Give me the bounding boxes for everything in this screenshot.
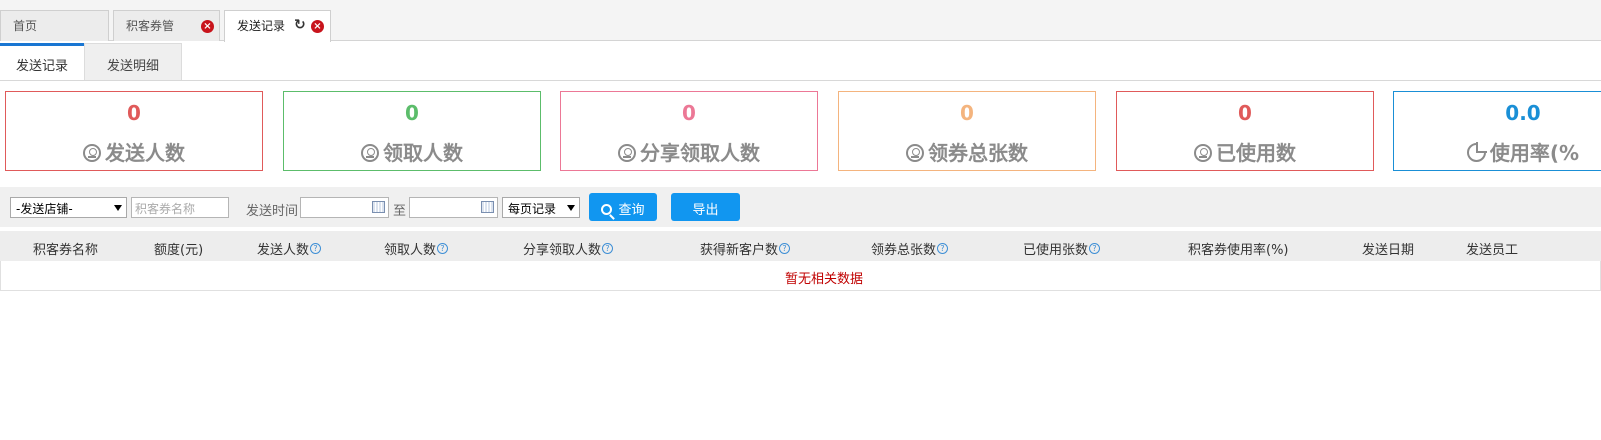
stat-label-row: 使用率(% bbox=[1394, 137, 1601, 166]
column-header-label: 获得新客户数 bbox=[700, 243, 779, 258]
send-time-label: 发送时间 bbox=[246, 204, 299, 219]
chevron-down-icon bbox=[114, 205, 122, 211]
empty-message: 暂无相关数据 bbox=[784, 272, 863, 287]
search-icon bbox=[601, 204, 613, 215]
column-header-label: 领券总张数 bbox=[871, 243, 937, 258]
person-icon bbox=[618, 144, 636, 162]
stat-card-sent-count: 0 发送人数 bbox=[5, 91, 263, 171]
stat-label: 使用率(% bbox=[1489, 141, 1580, 165]
column-header-label: 发送人数 bbox=[257, 243, 310, 258]
coupon-name-input[interactable]: 积客券名称 bbox=[131, 197, 229, 218]
stat-value: 0 bbox=[127, 101, 141, 125]
tab-points-coupon-label: 积客券管 bbox=[126, 19, 175, 33]
column-header: 发送日期 bbox=[1362, 239, 1414, 258]
start-date-input[interactable] bbox=[300, 197, 389, 218]
column-header: 积客券使用率(%) bbox=[1188, 239, 1289, 258]
column-header: 已使用张数? bbox=[1023, 239, 1101, 258]
stat-value: 0 bbox=[960, 101, 974, 125]
stat-value: 0 bbox=[682, 101, 696, 125]
top-tab-bar: 首页 积客券管 × 发送记录 ↻ × bbox=[0, 0, 1601, 42]
stat-label: 领取人数 bbox=[383, 141, 463, 165]
close-icon[interactable]: × bbox=[311, 20, 324, 33]
stat-label-row: 领券总张数 bbox=[839, 137, 1095, 166]
stat-label-row: 发送人数 bbox=[6, 137, 262, 166]
subtab-send-records[interactable]: 发送记录 bbox=[0, 43, 84, 80]
column-header: 发送人数? bbox=[257, 239, 322, 258]
tab-points-coupon[interactable]: 积客券管 × bbox=[113, 10, 220, 41]
help-icon[interactable]: ? bbox=[437, 243, 449, 254]
help-icon[interactable]: ? bbox=[602, 243, 614, 254]
stat-label-row: 分享领取人数 bbox=[561, 137, 817, 166]
stat-label: 已使用数 bbox=[1216, 141, 1296, 165]
stat-card-received-count: 0 领取人数 bbox=[283, 91, 541, 171]
person-icon bbox=[83, 144, 101, 162]
column-header: 领券总张数? bbox=[871, 239, 949, 258]
to-label: 至 bbox=[393, 204, 407, 219]
coupon-name-placeholder: 积客券名称 bbox=[135, 202, 196, 216]
store-select-value: -发送店铺- bbox=[16, 202, 73, 216]
export-button[interactable]: 导出 bbox=[671, 193, 740, 221]
column-header-label: 发送员工 bbox=[1466, 243, 1519, 258]
stat-card-total-coupons: 0 领券总张数 bbox=[838, 91, 1096, 171]
help-icon[interactable]: ? bbox=[779, 243, 791, 254]
column-header: 获得新客户数? bbox=[700, 239, 791, 258]
column-header: 发送员工 bbox=[1466, 239, 1518, 258]
person-icon bbox=[361, 144, 379, 162]
table-empty-row: 暂无相关数据 bbox=[0, 261, 1601, 291]
tab-send-records[interactable]: 发送记录 ↻ × bbox=[224, 10, 331, 42]
stat-value: 0.0 bbox=[1505, 101, 1541, 125]
stat-value: 0 bbox=[1238, 101, 1252, 125]
stat-card-used-count: 0 已使用数 bbox=[1116, 91, 1374, 171]
search-button[interactable]: 查询 bbox=[589, 193, 657, 221]
help-icon[interactable]: ? bbox=[1089, 243, 1101, 254]
column-header: 积客券名称 bbox=[33, 239, 98, 258]
stat-card-usage-rate: 0.0 使用率(% bbox=[1393, 91, 1601, 171]
sub-tab-bar: 发送记录 发送明细 bbox=[0, 43, 1601, 81]
stat-card-share-received-count: 0 分享领取人数 bbox=[560, 91, 818, 171]
calendar-icon[interactable] bbox=[372, 201, 385, 213]
refresh-icon[interactable]: ↻ bbox=[294, 18, 306, 32]
column-header-label: 额度(元) bbox=[154, 243, 204, 258]
person-icon bbox=[906, 144, 924, 162]
tab-home-label: 首页 bbox=[13, 19, 38, 33]
column-header: 领取人数? bbox=[384, 239, 449, 258]
help-icon[interactable]: ? bbox=[310, 243, 322, 254]
stat-label: 发送人数 bbox=[105, 141, 185, 165]
calendar-icon[interactable] bbox=[481, 201, 494, 213]
column-header-label: 发送日期 bbox=[1362, 243, 1415, 258]
store-select[interactable]: -发送店铺- bbox=[10, 197, 127, 218]
end-date-input[interactable] bbox=[409, 197, 498, 218]
tab-home[interactable]: 首页 bbox=[0, 10, 109, 41]
column-header-label: 积客券使用率(%) bbox=[1188, 243, 1289, 258]
column-header: 分享领取人数? bbox=[523, 239, 614, 258]
column-header-label: 领取人数 bbox=[384, 243, 437, 258]
column-header: 额度(元) bbox=[154, 239, 203, 258]
person-icon bbox=[1194, 144, 1212, 162]
page-size-select-value: 每页记录 bbox=[508, 202, 557, 216]
help-icon[interactable]: ? bbox=[937, 243, 949, 254]
column-header-label: 分享领取人数 bbox=[523, 243, 602, 258]
table-header: 积客券名称 额度(元) 发送人数? 领取人数? 分享领取人数? 获得新客户数? … bbox=[0, 231, 1601, 261]
close-icon[interactable]: × bbox=[201, 20, 214, 33]
column-header-label: 已使用张数 bbox=[1023, 243, 1089, 258]
tab-send-records-label: 发送记录 bbox=[237, 19, 286, 33]
stat-label: 分享领取人数 bbox=[640, 141, 760, 165]
stat-label-row: 已使用数 bbox=[1117, 137, 1373, 166]
page-size-select[interactable]: 每页记录 bbox=[502, 197, 580, 218]
search-button-label: 查询 bbox=[618, 203, 645, 218]
stat-label-row: 领取人数 bbox=[284, 137, 540, 166]
export-button-label: 导出 bbox=[692, 203, 719, 218]
filter-bar: -发送店铺- 积客券名称 发送时间 至 每页记录 查询 导出 bbox=[0, 187, 1601, 227]
stat-label: 领券总张数 bbox=[928, 141, 1028, 165]
stat-value: 0 bbox=[405, 101, 419, 125]
subtab-send-details[interactable]: 发送明细 bbox=[84, 43, 182, 80]
chevron-down-icon bbox=[567, 205, 575, 211]
pie-chart-icon bbox=[1466, 142, 1487, 162]
column-header-label: 积客券名称 bbox=[33, 243, 99, 258]
